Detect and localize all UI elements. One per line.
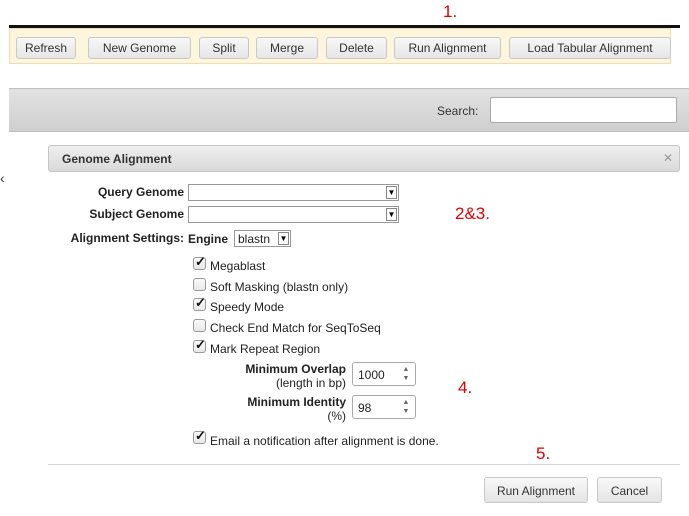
speedy-mode-checkbox[interactable]: ✓ <box>193 295 206 311</box>
check-icon: ✓ <box>195 295 206 310</box>
annotation-1: 1. <box>443 2 458 21</box>
soft-masking-checkbox[interactable] <box>193 278 206 291</box>
close-icon[interactable]: ✕ <box>663 151 673 165</box>
dialog-footer-divider <box>48 464 680 465</box>
chevron-down-icon: ▼ <box>386 186 397 199</box>
email-notification-label: Email a notification after alignment is … <box>210 434 439 448</box>
min-overlap-label: Minimum Overlap <box>245 362 346 376</box>
annotation-5: 5. <box>536 444 551 463</box>
dialog-title: Genome Alignment <box>62 152 172 166</box>
subject-genome-label: Subject Genome <box>89 207 184 221</box>
split-button[interactable]: Split <box>199 37 249 59</box>
check-end-match-label: Check End Match for SeqToSeq <box>210 321 381 335</box>
merge-button[interactable]: Merge <box>256 37 318 59</box>
alignment-settings-label: Alignment Settings: <box>70 231 184 245</box>
subject-genome-select[interactable]: ▼ <box>188 206 399 223</box>
load-tabular-alignment-button[interactable]: Load Tabular Alignment <box>509 37 671 59</box>
edge-marker: ‹ <box>0 170 5 186</box>
refresh-button[interactable]: Refresh <box>16 37 76 59</box>
spinner-icon[interactable]: ▲ ▼ <box>401 365 411 383</box>
check-icon: ✓ <box>195 428 206 443</box>
toolbar: Refresh New Genome Split Merge Delete Ru… <box>9 28 671 64</box>
annotation-4: 4. <box>458 378 473 397</box>
annotation-2-3: 2&3. <box>455 204 490 223</box>
search-label: Search: <box>437 104 479 118</box>
engine-select[interactable]: blastn ▼ <box>234 230 291 247</box>
mark-repeat-region-checkbox[interactable]: ✓ <box>193 337 206 353</box>
email-notification-checkbox[interactable]: ✓ <box>193 428 206 444</box>
query-genome-label: Query Genome <box>97 185 184 199</box>
dialog-titlebar: Genome Alignment ✕ <box>48 145 680 172</box>
run-alignment-button[interactable]: Run Alignment <box>484 477 588 503</box>
check-icon: ✓ <box>195 254 206 269</box>
megablast-checkbox[interactable]: ✓ <box>193 254 206 270</box>
chevron-down-icon: ▼ <box>386 208 397 221</box>
run-alignment-toolbar-button[interactable]: Run Alignment <box>394 37 501 59</box>
mark-repeat-region-label: Mark Repeat Region <box>210 342 321 356</box>
min-identity-label: Minimum Identity <box>247 395 346 409</box>
megablast-label: Megablast <box>210 259 266 273</box>
new-genome-button[interactable]: New Genome <box>88 37 191 59</box>
search-input[interactable] <box>490 97 677 123</box>
delete-button[interactable]: Delete <box>326 37 387 59</box>
min-identity-input[interactable]: 98 ▲ ▼ <box>352 395 416 419</box>
engine-label: Engine <box>188 232 229 246</box>
speedy-mode-label: Speedy Mode <box>210 300 285 314</box>
spinner-icon[interactable]: ▲ ▼ <box>401 398 411 416</box>
check-icon: ✓ <box>195 337 206 352</box>
soft-masking-label: Soft Masking (blastn only) <box>210 280 349 294</box>
cancel-button[interactable]: Cancel <box>597 477 662 503</box>
query-genome-select[interactable]: ▼ <box>188 184 399 201</box>
min-identity-sub: (%) <box>327 409 346 423</box>
chevron-down-icon: ▼ <box>278 232 289 245</box>
check-end-match-checkbox[interactable] <box>193 319 206 332</box>
min-overlap-sub: (length in bp) <box>275 376 346 390</box>
min-overlap-input[interactable]: 1000 ▲ ▼ <box>352 362 416 386</box>
